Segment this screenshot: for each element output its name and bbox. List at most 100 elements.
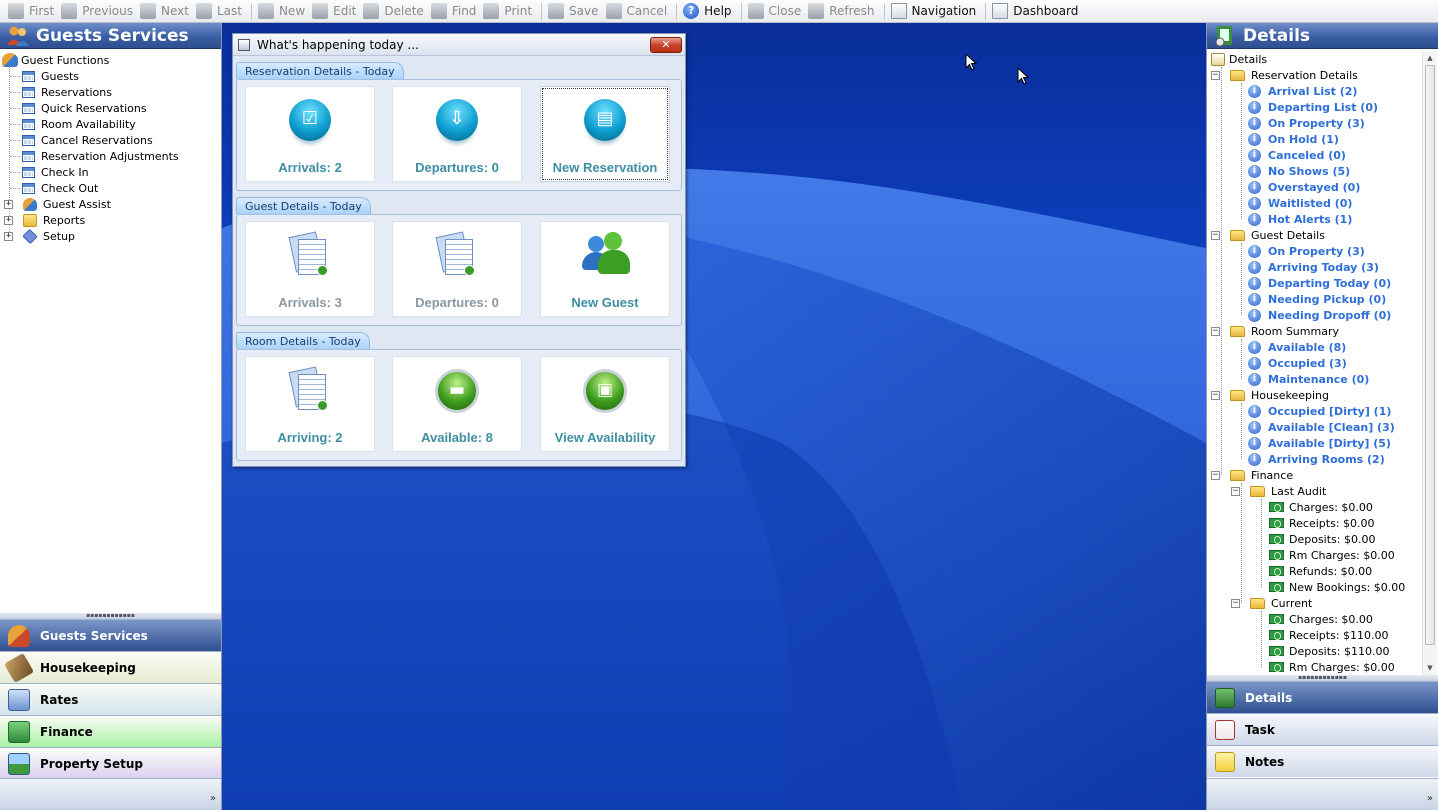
- tile-new-guest[interactable]: New Guest: [540, 221, 670, 317]
- collapse-icon[interactable]: −: [1211, 390, 1220, 400]
- details-group-housekeeping[interactable]: − Housekeeping: [1207, 387, 1329, 403]
- details-link[interactable]: Maintenance (0): [1268, 373, 1369, 386]
- collapse-icon[interactable]: −: [1211, 230, 1220, 240]
- tile-arrivals[interactable]: ☑ Arrivals: 2: [245, 86, 375, 182]
- details-item[interactable]: i Occupied (3): [1207, 355, 1347, 371]
- details-link[interactable]: Needing Pickup (0): [1268, 293, 1386, 306]
- details-link[interactable]: On Property (3): [1268, 245, 1365, 258]
- cancel-button[interactable]: Cancel: [604, 1, 673, 22]
- dialog-close-button[interactable]: ✕: [650, 37, 682, 53]
- tree-group-reports[interactable]: + Reports: [0, 212, 221, 228]
- details-item[interactable]: i Needing Dropoff (0): [1207, 307, 1391, 323]
- details-link[interactable]: Hot Alerts (1): [1268, 213, 1352, 226]
- tile-new-reservation[interactable]: ▤ New Reservation: [540, 86, 670, 182]
- expand-icon[interactable]: +: [4, 215, 13, 225]
- details-link[interactable]: Available [Dirty] (5): [1268, 437, 1391, 450]
- finance-item[interactable]: Charges: $0.00: [1207, 499, 1373, 515]
- close-button[interactable]: Close: [746, 1, 807, 22]
- scroll-thumb[interactable]: [1425, 65, 1435, 645]
- details-link[interactable]: Available (8): [1268, 341, 1346, 354]
- details-group-room-summary[interactable]: − Room Summary: [1207, 323, 1339, 339]
- finance-item[interactable]: Receipts: $110.00: [1207, 627, 1389, 643]
- details-item[interactable]: i Available [Dirty] (5): [1207, 435, 1391, 451]
- details-item[interactable]: i Departing List (0): [1207, 99, 1378, 115]
- tree-item-check-in[interactable]: Check In: [0, 164, 221, 180]
- finance-item[interactable]: Rm Charges: $0.00: [1207, 547, 1395, 563]
- details-link[interactable]: Arrival List (2): [1268, 85, 1357, 98]
- tree-item-reservations[interactable]: Reservations: [0, 84, 221, 100]
- finance-item[interactable]: Refunds: $0.00: [1207, 563, 1372, 579]
- finance-item[interactable]: Deposits: $110.00: [1207, 643, 1389, 659]
- details-link[interactable]: Departing List (0): [1268, 101, 1378, 114]
- module-button-finance[interactable]: Finance: [0, 715, 221, 747]
- details-link[interactable]: Arriving Rooms (2): [1268, 453, 1385, 466]
- details-item[interactable]: i Departing Today (0): [1207, 275, 1391, 291]
- details-item[interactable]: i On Hold (1): [1207, 131, 1339, 147]
- finance-item[interactable]: New Bookings: $0.00: [1207, 579, 1405, 595]
- details-item[interactable]: i Available (8): [1207, 339, 1346, 355]
- details-item[interactable]: i Arrival List (2): [1207, 83, 1357, 99]
- details-item[interactable]: i Arriving Rooms (2): [1207, 451, 1385, 467]
- navigation-button[interactable]: Navigation: [889, 1, 982, 22]
- delete-button[interactable]: Delete: [361, 1, 428, 22]
- details-item[interactable]: i Occupied [Dirty] (1): [1207, 403, 1391, 419]
- last-button[interactable]: Last: [194, 1, 247, 22]
- tree-item-check-out[interactable]: Check Out: [0, 180, 221, 196]
- details-group-guest-details[interactable]: − Guest Details: [1207, 227, 1325, 243]
- tree-item-reservation-adjustments[interactable]: Reservation Adjustments: [0, 148, 221, 164]
- details-group-finance[interactable]: − Finance: [1207, 467, 1293, 483]
- details-item[interactable]: i Waitlisted (0): [1207, 195, 1352, 211]
- chevron-right-icon[interactable]: »: [1427, 793, 1433, 804]
- find-button[interactable]: Find: [429, 1, 482, 22]
- details-item[interactable]: i Canceled (0): [1207, 147, 1346, 163]
- details-link[interactable]: Waitlisted (0): [1268, 197, 1352, 210]
- details-item[interactable]: i Maintenance (0): [1207, 371, 1369, 387]
- first-button[interactable]: First: [6, 1, 59, 22]
- details-item[interactable]: i On Property (3): [1207, 115, 1365, 131]
- previous-button[interactable]: Previous: [59, 1, 138, 22]
- module-button-housekeeping[interactable]: Housekeeping: [0, 651, 221, 683]
- details-link[interactable]: On Hold (1): [1268, 133, 1339, 146]
- panel-button-task[interactable]: Task: [1207, 713, 1438, 745]
- module-button-guests-services[interactable]: Guests Services: [0, 619, 221, 651]
- refresh-button[interactable]: Refresh: [806, 1, 879, 22]
- collapse-icon[interactable]: −: [1231, 486, 1240, 496]
- finance-item[interactable]: Receipts: $0.00: [1207, 515, 1375, 531]
- tile-departures[interactable]: Departures: 0: [392, 221, 522, 317]
- finance-item[interactable]: Deposits: $0.00: [1207, 531, 1375, 547]
- details-link[interactable]: Overstayed (0): [1268, 181, 1360, 194]
- details-item[interactable]: i Overstayed (0): [1207, 179, 1360, 195]
- chevron-right-icon[interactable]: »: [210, 793, 216, 804]
- details-link[interactable]: Canceled (0): [1268, 149, 1346, 162]
- tree-item-guests[interactable]: Guests: [0, 68, 221, 84]
- expand-icon[interactable]: +: [4, 199, 13, 209]
- details-link[interactable]: Departing Today (0): [1268, 277, 1391, 290]
- tile-available[interactable]: ▬ Available: 8: [392, 356, 522, 452]
- collapse-icon[interactable]: −: [1211, 326, 1220, 336]
- details-scrollbar[interactable]: ▲ ▼: [1422, 51, 1437, 675]
- details-item[interactable]: i Needing Pickup (0): [1207, 291, 1386, 307]
- dialog-title-bar[interactable]: What's happening today ...: [233, 34, 685, 56]
- details-link[interactable]: On Property (3): [1268, 117, 1365, 130]
- tree-item-room-availability[interactable]: Room Availability: [0, 116, 221, 132]
- tree-group-setup[interactable]: + Setup: [0, 228, 221, 244]
- tree-item-cancel-reservations[interactable]: Cancel Reservations: [0, 132, 221, 148]
- details-link[interactable]: Occupied (3): [1268, 357, 1347, 370]
- details-item[interactable]: i Arriving Today (3): [1207, 259, 1379, 275]
- panel-button-details[interactable]: Details: [1207, 681, 1438, 713]
- edit-button[interactable]: Edit: [310, 1, 361, 22]
- details-link[interactable]: Needing Dropoff (0): [1268, 309, 1391, 322]
- tile-departures[interactable]: ⇩ Departures: 0: [392, 86, 522, 182]
- details-link[interactable]: No Shows (5): [1268, 165, 1350, 178]
- finance-item[interactable]: Charges: $0.00: [1207, 611, 1373, 627]
- details-tree-root[interactable]: Details: [1207, 51, 1267, 67]
- tile-arriving[interactable]: Arriving: 2: [245, 356, 375, 452]
- tile-arrivals[interactable]: Arrivals: 3: [245, 221, 375, 317]
- details-item[interactable]: i No Shows (5): [1207, 163, 1350, 179]
- module-button-rates[interactable]: Rates: [0, 683, 221, 715]
- tile-view-availability[interactable]: ▣ View Availability: [540, 356, 670, 452]
- dashboard-button[interactable]: Dashboard: [990, 1, 1083, 22]
- finance-subgroup-last-audit[interactable]: − Last Audit: [1207, 483, 1326, 499]
- print-button[interactable]: Print: [481, 1, 537, 22]
- panel-button-notes[interactable]: Notes: [1207, 745, 1438, 777]
